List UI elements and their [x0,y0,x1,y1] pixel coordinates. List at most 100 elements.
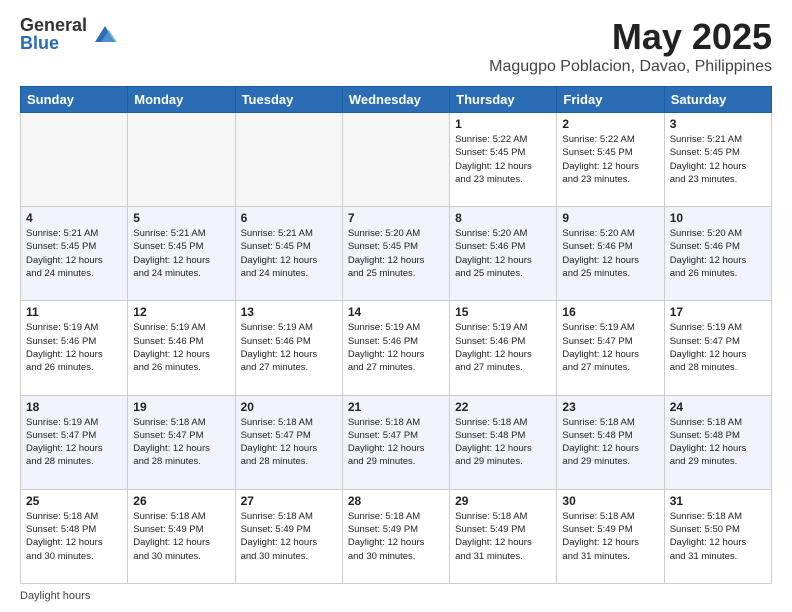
day-info: Sunrise: 5:19 AM Sunset: 5:47 PM Dayligh… [26,416,122,469]
day-number: 17 [670,305,766,319]
main-title: May 2025 [489,16,772,58]
day-info: Sunrise: 5:18 AM Sunset: 5:47 PM Dayligh… [348,416,444,469]
calendar-day-cell: 5 Sunrise: 5:21 AM Sunset: 5:45 PM Daylig… [128,207,235,301]
calendar-day-cell: 27 Sunrise: 5:18 AM Sunset: 5:49 PM Dayli… [235,489,342,583]
day-number: 13 [241,305,337,319]
day-number: 20 [241,400,337,414]
calendar-day-cell: 1 Sunrise: 5:22 AM Sunset: 5:45 PM Daylig… [450,113,557,207]
calendar-day-cell: 20 Sunrise: 5:18 AM Sunset: 5:47 PM Dayli… [235,395,342,489]
day-info: Sunrise: 5:19 AM Sunset: 5:46 PM Dayligh… [348,321,444,374]
calendar-day-cell: 31 Sunrise: 5:18 AM Sunset: 5:50 PM Dayli… [664,489,771,583]
day-number: 26 [133,494,229,508]
day-number: 31 [670,494,766,508]
calendar-day-cell: 21 Sunrise: 5:18 AM Sunset: 5:47 PM Dayli… [342,395,449,489]
day-info: Sunrise: 5:21 AM Sunset: 5:45 PM Dayligh… [26,227,122,280]
title-section: May 2025 Magugpo Poblacion, Davao, Phili… [489,16,772,76]
day-info: Sunrise: 5:21 AM Sunset: 5:45 PM Dayligh… [670,133,766,186]
calendar-week-row: 1 Sunrise: 5:22 AM Sunset: 5:45 PM Daylig… [21,113,772,207]
calendar-day-cell: 25 Sunrise: 5:18 AM Sunset: 5:48 PM Dayli… [21,489,128,583]
calendar-day-cell: 14Sunrise: 5:19 AM Sunset: 5:46 PM Dayli… [342,301,449,395]
day-number: 27 [241,494,337,508]
calendar-day-cell [235,113,342,207]
calendar-day-cell: 15Sunrise: 5:19 AM Sunset: 5:46 PM Dayli… [450,301,557,395]
calendar-day-cell: 10 Sunrise: 5:20 AM Sunset: 5:46 PM Dayli… [664,207,771,301]
day-info: Sunrise: 5:18 AM Sunset: 5:47 PM Dayligh… [241,416,337,469]
calendar-day-cell: 28 Sunrise: 5:18 AM Sunset: 5:49 PM Dayli… [342,489,449,583]
daylight-hours-label: Daylight hours [20,590,90,602]
day-number: 6 [241,211,337,225]
day-number: 1 [455,117,551,131]
header: General Blue May 2025 Magugpo Poblacion,… [20,16,772,76]
day-info: Sunrise: 5:18 AM Sunset: 5:48 PM Dayligh… [455,416,551,469]
calendar-day-cell: 2Sunrise: 5:22 AM Sunset: 5:45 PM Daylig… [557,113,664,207]
calendar-day-cell: 19Sunrise: 5:18 AM Sunset: 5:47 PM Dayli… [128,395,235,489]
logo: General Blue [20,16,119,52]
day-number: 9 [562,211,658,225]
day-info: Sunrise: 5:18 AM Sunset: 5:49 PM Dayligh… [241,510,337,563]
calendar-week-row: 25 Sunrise: 5:18 AM Sunset: 5:48 PM Dayli… [21,489,772,583]
day-number: 18 [26,400,122,414]
day-number: 8 [455,211,551,225]
footer: Daylight hours [20,590,772,602]
day-info: Sunrise: 5:18 AM Sunset: 5:50 PM Dayligh… [670,510,766,563]
calendar-week-row: 11 Sunrise: 5:19 AM Sunset: 5:46 PM Dayli… [21,301,772,395]
day-info: Sunrise: 5:18 AM Sunset: 5:49 PM Dayligh… [348,510,444,563]
day-number: 15 [455,305,551,319]
day-number: 12 [133,305,229,319]
calendar-day-cell: 26 Sunrise: 5:18 AM Sunset: 5:49 PM Dayli… [128,489,235,583]
logo-general: General [20,16,87,34]
calendar-day-header: Thursday [450,87,557,113]
subtitle: Magugpo Poblacion, Davao, Philippines [489,58,772,76]
day-number: 29 [455,494,551,508]
day-number: 25 [26,494,122,508]
day-info: Sunrise: 5:20 AM Sunset: 5:46 PM Dayligh… [670,227,766,280]
day-info: Sunrise: 5:22 AM Sunset: 5:45 PM Dayligh… [455,133,551,186]
day-info: Sunrise: 5:19 AM Sunset: 5:47 PM Dayligh… [562,321,658,374]
day-number: 4 [26,211,122,225]
day-number: 23 [562,400,658,414]
logo-blue: Blue [20,34,87,52]
day-number: 7 [348,211,444,225]
calendar-day-header: Friday [557,87,664,113]
calendar-day-cell: 24Sunrise: 5:18 AM Sunset: 5:48 PM Dayli… [664,395,771,489]
day-number: 30 [562,494,658,508]
calendar-week-row: 18 Sunrise: 5:19 AM Sunset: 5:47 PM Dayli… [21,395,772,489]
day-info: Sunrise: 5:21 AM Sunset: 5:45 PM Dayligh… [241,227,337,280]
day-info: Sunrise: 5:18 AM Sunset: 5:48 PM Dayligh… [562,416,658,469]
calendar-day-header: Wednesday [342,87,449,113]
calendar-day-header: Tuesday [235,87,342,113]
calendar-day-cell: 17 Sunrise: 5:19 AM Sunset: 5:47 PM Dayli… [664,301,771,395]
day-info: Sunrise: 5:18 AM Sunset: 5:48 PM Dayligh… [670,416,766,469]
calendar-day-cell: 18 Sunrise: 5:19 AM Sunset: 5:47 PM Dayli… [21,395,128,489]
calendar-day-cell: 13 Sunrise: 5:19 AM Sunset: 5:46 PM Dayli… [235,301,342,395]
day-number: 11 [26,305,122,319]
day-info: Sunrise: 5:19 AM Sunset: 5:47 PM Dayligh… [670,321,766,374]
calendar-day-cell: 16 Sunrise: 5:19 AM Sunset: 5:47 PM Dayli… [557,301,664,395]
day-number: 5 [133,211,229,225]
day-info: Sunrise: 5:18 AM Sunset: 5:47 PM Dayligh… [133,416,229,469]
calendar-day-cell: 12 Sunrise: 5:19 AM Sunset: 5:46 PM Dayli… [128,301,235,395]
calendar-day-cell: 30Sunrise: 5:18 AM Sunset: 5:49 PM Dayli… [557,489,664,583]
day-info: Sunrise: 5:18 AM Sunset: 5:48 PM Dayligh… [26,510,122,563]
calendar-day-cell: 22Sunrise: 5:18 AM Sunset: 5:48 PM Dayli… [450,395,557,489]
day-info: Sunrise: 5:19 AM Sunset: 5:46 PM Dayligh… [241,321,337,374]
day-info: Sunrise: 5:19 AM Sunset: 5:46 PM Dayligh… [26,321,122,374]
day-number: 21 [348,400,444,414]
page: General Blue May 2025 Magugpo Poblacion,… [0,0,792,612]
logo-text: General Blue [20,16,87,52]
calendar-day-cell: 11 Sunrise: 5:19 AM Sunset: 5:46 PM Dayli… [21,301,128,395]
day-number: 2 [562,117,658,131]
day-info: Sunrise: 5:20 AM Sunset: 5:45 PM Dayligh… [348,227,444,280]
calendar-day-cell: 9 Sunrise: 5:20 AM Sunset: 5:46 PM Daylig… [557,207,664,301]
day-info: Sunrise: 5:18 AM Sunset: 5:49 PM Dayligh… [133,510,229,563]
calendar-header-row: SundayMondayTuesdayWednesdayThursdayFrid… [21,87,772,113]
day-number: 28 [348,494,444,508]
logo-icon [91,20,119,48]
day-number: 16 [562,305,658,319]
day-info: Sunrise: 5:20 AM Sunset: 5:46 PM Dayligh… [455,227,551,280]
day-info: Sunrise: 5:21 AM Sunset: 5:45 PM Dayligh… [133,227,229,280]
day-info: Sunrise: 5:19 AM Sunset: 5:46 PM Dayligh… [133,321,229,374]
calendar-day-cell: 29Sunrise: 5:18 AM Sunset: 5:49 PM Dayli… [450,489,557,583]
day-info: Sunrise: 5:20 AM Sunset: 5:46 PM Dayligh… [562,227,658,280]
day-number: 10 [670,211,766,225]
